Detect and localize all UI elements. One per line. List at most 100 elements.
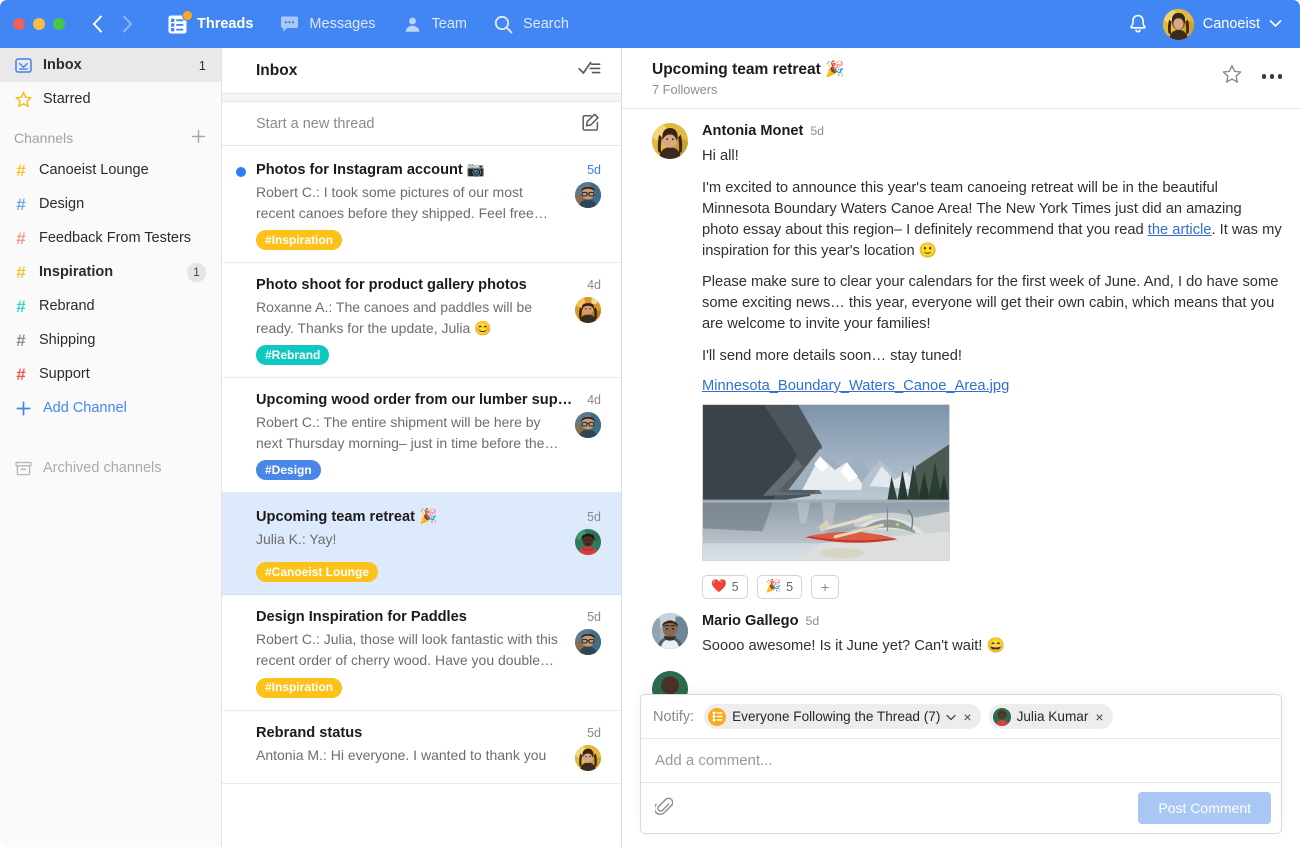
sidebar-archived-label: Archived channels: [43, 460, 206, 476]
thread-list-item[interactable]: Design Inspiration for Paddles5d Robert C…: [222, 595, 621, 710]
zoom-window-button[interactable]: [53, 18, 65, 30]
hash-icon: #: [14, 230, 28, 247]
sidebar-channel-label: Canoeist Lounge: [39, 162, 206, 178]
message-paragraph: I'm excited to announce this year's team…: [702, 178, 1282, 262]
reaction-heart[interactable]: ❤️ 5: [702, 575, 748, 599]
notify-chip-label: Julia Kumar: [1017, 709, 1089, 724]
avatar: [652, 123, 688, 159]
tab-messages[interactable]: Messages: [266, 0, 388, 48]
thread-list-scroll[interactable]: Photos for Instagram account 📷5dRobert C…: [222, 146, 621, 847]
notify-chip-everyone[interactable]: Everyone Following the Thread (7) ×: [704, 704, 980, 729]
reaction-party[interactable]: 🎉 5: [757, 575, 803, 599]
message-reactions: ❤️ 5 🎉 5 +: [702, 575, 1282, 599]
tab-team[interactable]: Team: [389, 0, 480, 48]
thread-item-time: 4d: [587, 278, 601, 292]
chevron-down-icon[interactable]: [946, 709, 956, 724]
remove-chip-icon[interactable]: ×: [1095, 710, 1103, 724]
comment-composer: Notify: Everyone Following the Thread (7…: [640, 694, 1282, 834]
sidebar-item-starred[interactable]: Starred: [0, 82, 221, 116]
thread-list-header: Inbox: [222, 48, 621, 94]
thread-item-channel-tag[interactable]: #Rebrand: [256, 345, 329, 365]
thread-list-item[interactable]: Photo shoot for product gallery photos4d…: [222, 263, 621, 378]
thread-item-channel-tag[interactable]: #Canoeist Lounge: [256, 562, 378, 582]
post-comment-button[interactable]: Post Comment: [1138, 792, 1271, 824]
sidebar-inbox-count: 1: [199, 58, 206, 73]
article-link[interactable]: the article: [1148, 222, 1212, 238]
thread-item-channel-tag[interactable]: #Inspiration: [256, 230, 342, 250]
thread-list-item[interactable]: Rebrand status5dAntonia M.: Hi everyone.…: [222, 711, 621, 784]
thread-item-top-row: Photo shoot for product gallery photos4d: [256, 277, 601, 293]
message-body: Mario Gallego 5d Soooo awesome! Is it Ju…: [702, 613, 1282, 657]
sidebar-channel-list: #Canoeist Lounge#Design#Feedback From Te…: [0, 153, 221, 391]
threads-app-window: Threads Messages Team: [0, 0, 1300, 847]
sidebar-item-support[interactable]: #Support: [0, 357, 221, 391]
thread-item-preview-row: Julia K.: Yay!: [256, 529, 601, 555]
sidebar-item-inbox-label: Inbox: [43, 57, 188, 73]
thread-list-spacer: [222, 94, 621, 102]
plus-icon[interactable]: [191, 129, 206, 147]
plus-icon: +: [821, 579, 829, 595]
message-paragraph: Soooo awesome! Is it June yet? Can't wai…: [702, 636, 1282, 657]
sidebar-item-archived-channels[interactable]: Archived channels: [0, 451, 221, 485]
reaction-count: 5: [732, 580, 739, 594]
forward-arrow-icon[interactable]: [116, 12, 138, 36]
thread-item-top-row: Rebrand status5d: [256, 725, 601, 741]
thread-list-panel: Inbox Start a new thread: [222, 48, 622, 847]
message-body: Antonia Monet 5d Hi all! I'm excited to …: [702, 123, 1282, 599]
paperclip-icon[interactable]: [655, 796, 673, 821]
thread-item-title: Design Inspiration for Paddles: [256, 609, 587, 625]
toolbar-right-group: Canoeist: [1125, 9, 1286, 40]
sidebar-item-add-channel[interactable]: Add Channel: [0, 391, 221, 425]
thread-list-title: Inbox: [256, 62, 297, 80]
notify-label: Notify:: [653, 709, 694, 725]
sidebar-item-design[interactable]: #Design: [0, 187, 221, 221]
remove-chip-icon[interactable]: ×: [963, 710, 971, 724]
person-icon: [402, 14, 423, 35]
tab-threads[interactable]: Threads: [154, 0, 266, 48]
compose-pencil-icon[interactable]: [581, 112, 601, 136]
add-reaction-button[interactable]: +: [811, 575, 839, 599]
thread-list-item[interactable]: Upcoming wood order from our lumber supp…: [222, 378, 621, 493]
thread-list-item[interactable]: Upcoming team retreat 🎉5dJulia K.: Yay!#…: [222, 493, 621, 595]
chat-bubble-icon: [279, 14, 300, 35]
tab-team-label: Team: [432, 16, 467, 32]
attachment-thumbnail[interactable]: [702, 404, 950, 561]
unread-indicator: [236, 167, 246, 177]
user-menu[interactable]: Canoeist: [1163, 9, 1282, 40]
more-horizontal-icon[interactable]: [1262, 74, 1283, 79]
sidebar-item-shipping[interactable]: #Shipping: [0, 323, 221, 357]
thread-item-channel-tag[interactable]: #Inspiration: [256, 678, 342, 698]
user-name-label: Canoeist: [1203, 16, 1260, 32]
notify-chip-julia[interactable]: Julia Kumar ×: [989, 704, 1113, 729]
bell-icon[interactable]: [1125, 11, 1151, 37]
sidebar-item-feedback-from-testers[interactable]: # Feedback From Testers: [0, 221, 221, 255]
sidebar-item-canoeist-lounge[interactable]: #Canoeist Lounge: [0, 153, 221, 187]
thread-item-channel-tag[interactable]: #Design: [256, 460, 321, 480]
thread-item-preview-row: Roxanne A.: The canoes and paddles will …: [256, 297, 601, 338]
avatar: [575, 745, 601, 771]
thread-list-item[interactable]: Photos for Instagram account 📷5dRobert C…: [222, 146, 621, 263]
start-new-thread-row[interactable]: Start a new thread: [222, 102, 621, 146]
thread-item-preview: Roxanne A.: The canoes and paddles will …: [256, 297, 575, 338]
navigation-arrows: [86, 12, 138, 36]
check-lines-icon[interactable]: [578, 60, 601, 82]
sidebar-item-rebrand[interactable]: #Rebrand: [0, 289, 221, 323]
back-arrow-icon[interactable]: [86, 12, 108, 36]
thread-item-time: 5d: [587, 610, 601, 624]
thread-item-top-row: Upcoming wood order from our lumber supp…: [256, 392, 601, 408]
sidebar-channel-label: Feedback From Testers: [39, 230, 206, 246]
thread-item-preview: Robert C.: Julia, those will look fantas…: [256, 629, 575, 670]
thread-item-preview: Robert C.: The entire shipment will be h…: [256, 412, 575, 453]
attachment-file-link[interactable]: Minnesota_Boundary_Waters_Canoe_Area.jpg: [702, 378, 1282, 394]
sidebar-channel-label: Inspiration: [39, 264, 176, 280]
sidebar-item-inspiration[interactable]: #Inspiration1: [0, 255, 221, 289]
thread-item-time: 5d: [587, 726, 601, 740]
star-outline-icon[interactable]: [1222, 64, 1242, 89]
close-window-button[interactable]: [13, 18, 25, 30]
sidebar-item-inbox[interactable]: Inbox 1: [0, 48, 221, 82]
minimize-window-button[interactable]: [33, 18, 45, 30]
message-header: Mario Gallego 5d: [702, 613, 1282, 629]
hash-icon: #: [14, 196, 28, 213]
tab-search[interactable]: Search: [480, 0, 582, 48]
comment-input[interactable]: Add a comment...: [641, 739, 1281, 783]
